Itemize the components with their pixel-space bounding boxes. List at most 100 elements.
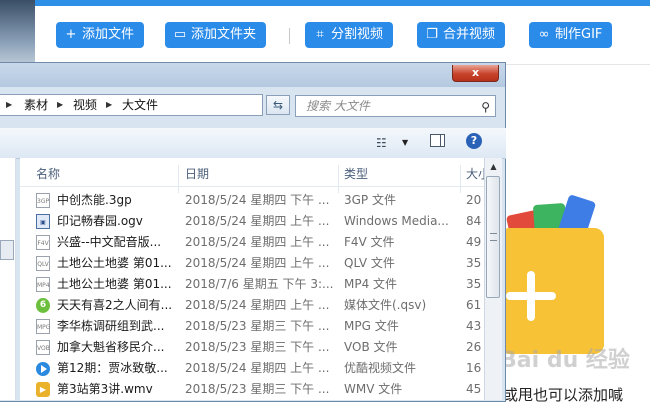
file-type-icon: VOB — [36, 340, 50, 355]
chevron-down-icon[interactable]: ▼ — [402, 138, 408, 147]
file-date: 2018/5/24 星期四 上午 ... — [185, 256, 330, 270]
file-date: 2018/5/23 星期三 下午 ... — [185, 340, 330, 354]
file-row[interactable]: MP4 土地公土地婆 第01... 2018/7/6 星期五 下午 3:... MP4… — [20, 274, 484, 295]
file-size: 61 — [466, 298, 482, 312]
column-divider[interactable] — [178, 165, 179, 193]
vertical-scrollbar[interactable]: ▲ — [484, 158, 502, 400]
file-type: 媒体文件(.qsv) — [344, 298, 427, 312]
column-divider[interactable] — [338, 165, 339, 193]
file-row[interactable]: MPG 李华栋调研组到武... 2018/5/23 星期三 下午 ... MPG 文件… — [20, 316, 484, 337]
file-type: MP4 文件 — [344, 277, 398, 291]
close-button[interactable]: x — [452, 65, 499, 82]
file-date: 2018/5/24 星期四 上午 ... — [185, 214, 330, 228]
add-file-label: 添加文件 — [82, 27, 135, 42]
breadcrumb-item[interactable]: 大文件 — [122, 95, 158, 115]
preview-pane-icon[interactable] — [430, 134, 445, 147]
file-row[interactable]: QLV 土地公土地婆 第01... 2018/5/24 星期四 上午 ... QLV … — [20, 253, 484, 274]
file-type-icon: MPG — [36, 319, 50, 334]
search-placeholder: 搜索 大文件 — [306, 99, 370, 113]
merge-video-button[interactable]: ❐ 合并视频 — [417, 22, 506, 48]
search-icon[interactable]: ⚲ — [481, 97, 490, 117]
file-size: 84 — [466, 214, 482, 228]
breadcrumb-item[interactable]: 视频 — [73, 95, 97, 115]
file-type: 3GP 文件 — [344, 193, 396, 207]
file-row[interactable]: ▣ 印记畅春园.ogv 2018/5/24 星期四 上午 ... Windows Me… — [20, 211, 484, 232]
file-type: 优酷视频文件 — [344, 361, 417, 375]
file-date: 2018/5/24 星期四 上午 ... — [185, 298, 330, 312]
toolbar-divider — [289, 28, 290, 44]
file-date: 2018/5/24 星期四 上午 ... — [185, 361, 330, 375]
file-row[interactable]: VOB 加拿大魁省移民介... 2018/5/23 星期三 下午 ... VOB 文件… — [20, 337, 484, 358]
breadcrumb-separator-icon[interactable]: ▶ — [106, 95, 112, 115]
address-bar[interactable]: ▶ 素材 ▶ 视频 ▶ 大文件 — [0, 94, 263, 116]
file-size: 35 — [466, 256, 482, 270]
file-row[interactable]: 6 天天有喜2之人间有... 2018/5/24 星期四 上午 ... 媒体文件(.q… — [20, 295, 484, 316]
file-name: 天天有喜2之人间有... — [57, 298, 173, 312]
drop-hint-text: 或甩也可以添加喊 — [503, 386, 624, 404]
column-header-size[interactable]: 大小 — [466, 165, 484, 182]
file-type-icon: F4V — [36, 235, 50, 250]
dialog-title-bar — [0, 63, 505, 87]
column-divider[interactable] — [460, 165, 461, 193]
file-row[interactable]: ▶ 第3站第3讲.wmv 2018/5/23 星期三 下午 ... WMV 文件 45 — [20, 379, 484, 400]
column-header-type[interactable]: 类型 — [344, 165, 368, 182]
add-folder-button[interactable]: ▭ 添加文件夹 — [165, 22, 267, 48]
help-icon[interactable]: ? — [466, 133, 482, 149]
file-size: 20 — [466, 193, 482, 207]
folder-icon: ▭ — [173, 27, 187, 42]
file-date: 2018/5/24 星期四 上午 ... — [185, 235, 330, 249]
scrollbar-thumb[interactable] — [486, 176, 500, 298]
file-type-icon — [36, 361, 50, 376]
breadcrumb-item[interactable]: 素材 — [24, 95, 48, 115]
file-size: 45 — [466, 382, 482, 396]
file-row[interactable]: F4V 兴盛--中文配音版... 2018/5/24 星期四 上午 ... F4V 文… — [20, 232, 484, 253]
column-header-name[interactable]: 名称 — [36, 165, 60, 182]
add-folder-label: 添加文件夹 — [191, 27, 257, 42]
link-icon: ∞ — [538, 27, 550, 42]
file-type: VOB 文件 — [344, 340, 398, 354]
file-type-icon: ▶ — [36, 382, 50, 397]
plus-icon-vertical — [527, 271, 535, 321]
merge-icon: ❐ — [426, 27, 438, 42]
merge-video-label: 合并视频 — [443, 27, 496, 42]
navigation-pane[interactable] — [0, 158, 16, 400]
file-name: 印记畅春园.ogv — [57, 214, 143, 228]
file-size: 43 — [466, 319, 482, 333]
scroll-up-icon[interactable]: ▲ — [485, 158, 502, 175]
file-size: 35 — [466, 277, 482, 291]
breadcrumb-separator-icon[interactable]: ▶ — [6, 95, 12, 115]
column-header-date[interactable]: 日期 — [185, 165, 209, 182]
file-date: 2018/5/24 星期四 下午 ... — [185, 193, 330, 207]
refresh-button[interactable]: ⇆ — [266, 95, 290, 115]
split-video-button[interactable]: ⌗ 分割视频 — [305, 22, 394, 48]
search-input[interactable]: 搜索 大文件 ⚲ — [295, 95, 496, 117]
file-type: WMV 文件 — [344, 382, 403, 396]
add-file-button[interactable]: + 添加文件 — [56, 22, 145, 48]
plus-icon: + — [65, 27, 77, 42]
breadcrumb-separator-icon[interactable]: ▶ — [57, 95, 63, 115]
file-date: 2018/7/6 星期五 下午 3:... — [185, 277, 334, 291]
file-type-icon: 6 — [36, 298, 50, 313]
file-type: F4V 文件 — [344, 235, 395, 249]
file-size: 26 — [466, 340, 482, 354]
navigation-scrollbar[interactable] — [0, 240, 14, 260]
app-toolbar: + 添加文件 ▭ 添加文件夹 ⌗ 分割视频 ❐ 合并视频 ∞ 制作GIF — [35, 6, 650, 65]
refresh-icon: ⇆ — [272, 98, 284, 112]
file-row[interactable]: 第12期：贾冰致敬... 2018/5/24 星期四 上午 ... 优酷视频文件 16 — [20, 358, 484, 379]
file-size: 49 — [466, 235, 482, 249]
file-size: 16 — [466, 361, 482, 375]
file-type-icon: 3GP — [36, 193, 50, 208]
file-type: Windows Media... — [344, 214, 449, 228]
watermark: Bai du 经验 — [500, 348, 630, 373]
file-name: 中创杰能.3gp — [57, 193, 132, 207]
grip-icon — [490, 233, 497, 241]
file-type-icon: MP4 — [36, 277, 50, 292]
file-name: 加拿大魁省移民介... — [57, 340, 165, 354]
file-name: 第12期：贾冰致敬... — [57, 361, 168, 375]
file-row[interactable]: 3GP 中创杰能.3gp 2018/5/24 星期四 下午 ... 3GP 文件 20 — [20, 190, 484, 211]
folder-icon-large — [500, 228, 604, 354]
view-options-icon[interactable]: ☷ — [376, 136, 387, 150]
make-gif-button[interactable]: ∞ 制作GIF — [529, 22, 613, 48]
file-name: 第3站第3讲.wmv — [57, 382, 153, 396]
file-name: 兴盛--中文配音版... — [57, 235, 162, 249]
